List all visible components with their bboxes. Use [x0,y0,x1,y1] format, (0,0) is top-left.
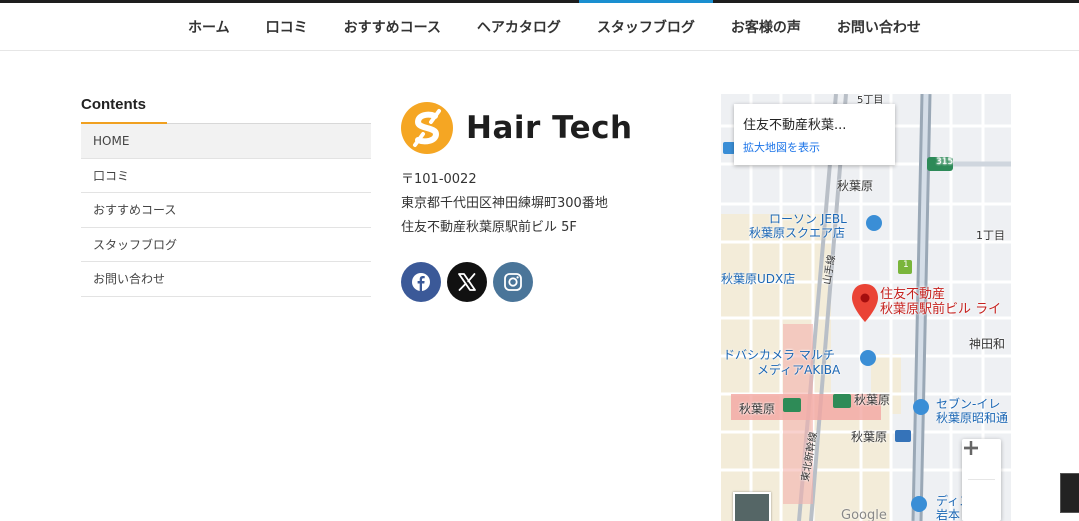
nav-staff-blog[interactable]: スタッフブログ [578,0,713,51]
contents-title: Contents [81,95,371,124]
address-line-2: 住友不動産秋葉原駅前ビル 5F [401,220,577,235]
nav-courses[interactable]: おすすめコース [326,3,459,51]
map-label-akihabara-tx: 秋葉原 [854,393,891,407]
contents-list: HOME 口コミ おすすめコース スタッフブログ お問い合わせ [81,124,371,297]
map-layer-toggle[interactable] [733,492,771,521]
pin-label-line-2: 秋葉原駅前ビル ライ [880,302,1002,317]
facebook-button[interactable] [401,262,441,302]
contents-item-courses[interactable]: おすすめコース [81,193,371,228]
contents-menu: Contents HOME 口コミ おすすめコース スタッフブログ お問い合わせ [81,95,371,297]
map-label-1chome: 1丁目 [976,229,1005,242]
logo[interactable]: Hair Tech [401,100,681,156]
social-links [401,262,681,302]
company-info: Hair Tech 〒101-0022 東京都千代田区神田練塀町300番地 住友… [401,100,681,302]
nav-hair-catalog[interactable]: ヘアカタログ [459,3,579,51]
route-1-label: 1 [903,260,909,270]
instagram-button[interactable] [493,262,533,302]
map-label-lawson-2: 秋葉原スクエア店 [749,226,846,240]
address: 〒101-0022 東京都千代田区神田練塀町300番地 住友不動産秋葉原駅前ビル… [401,168,681,240]
contents-item-contact[interactable]: お問い合わせ [81,262,371,297]
google-logo: Google [841,508,887,521]
facebook-icon [412,273,430,291]
map-label-akihabara-jr: 秋葉原 [739,402,776,416]
zoom-controls [962,439,1001,521]
map-label-akihabara-north: 秋葉原 [837,179,874,193]
pin-label-line-1: 住友不動産 [880,287,946,302]
map-card-title: 住友不動産秋葉... [743,118,847,133]
logo-text: Hair Tech [466,110,633,146]
logo-mark-icon [401,102,453,154]
contents-item-staff-blog[interactable]: スタッフブログ [81,228,371,262]
x-icon [458,273,476,291]
address-line-1: 東京都千代田区神田練塀町300番地 [401,196,608,211]
map-label-iwamoto: 岩本 [936,508,961,521]
map-label-kanda: 神田和 [969,337,1006,351]
view-larger-map-link[interactable]: 拡大地図を表示 [743,139,886,155]
main-nav: ホーム 口コミ おすすめコース ヘアカタログ スタッフブログ お客様の声 お問い… [0,0,1079,51]
map-label-showa: 秋葉原昭和通 [936,411,1009,425]
route-315-label: 315 [936,157,954,167]
postal-code: 〒101-0022 [401,172,477,187]
minus-icon [964,446,978,450]
instagram-icon [504,273,522,291]
nav-customer-voice[interactable]: お客様の声 [713,3,819,51]
back-to-top-button[interactable] [1060,473,1079,513]
map-label-media-akiba: メディアAKIBA [757,363,841,377]
zoom-out-button[interactable] [962,446,1001,520]
nav-home[interactable]: ホーム [170,3,248,51]
map-label-akihabara-hibiya: 秋葉原 [851,430,888,444]
x-button[interactable] [447,262,487,302]
nav-reviews[interactable]: 口コミ [248,3,326,51]
nav-contact[interactable]: お問い合わせ [819,3,939,51]
contents-item-home[interactable]: HOME [81,124,371,159]
nav-items: ホーム 口コミ おすすめコース ヘアカタログ スタッフブログ お客様の声 お問い… [170,0,939,51]
google-map[interactable]: 315 秋葉原 ローソン JEBL 秋葉原スクエア店 1丁目 秋葉原UDX店 神… [721,94,1011,521]
map-info-card: 住友不動産秋葉... 拡大地図を表示 [734,104,895,165]
map-label-udx: 秋葉原UDX店 [721,272,796,286]
contents-item-reviews[interactable]: 口コミ [81,159,371,193]
